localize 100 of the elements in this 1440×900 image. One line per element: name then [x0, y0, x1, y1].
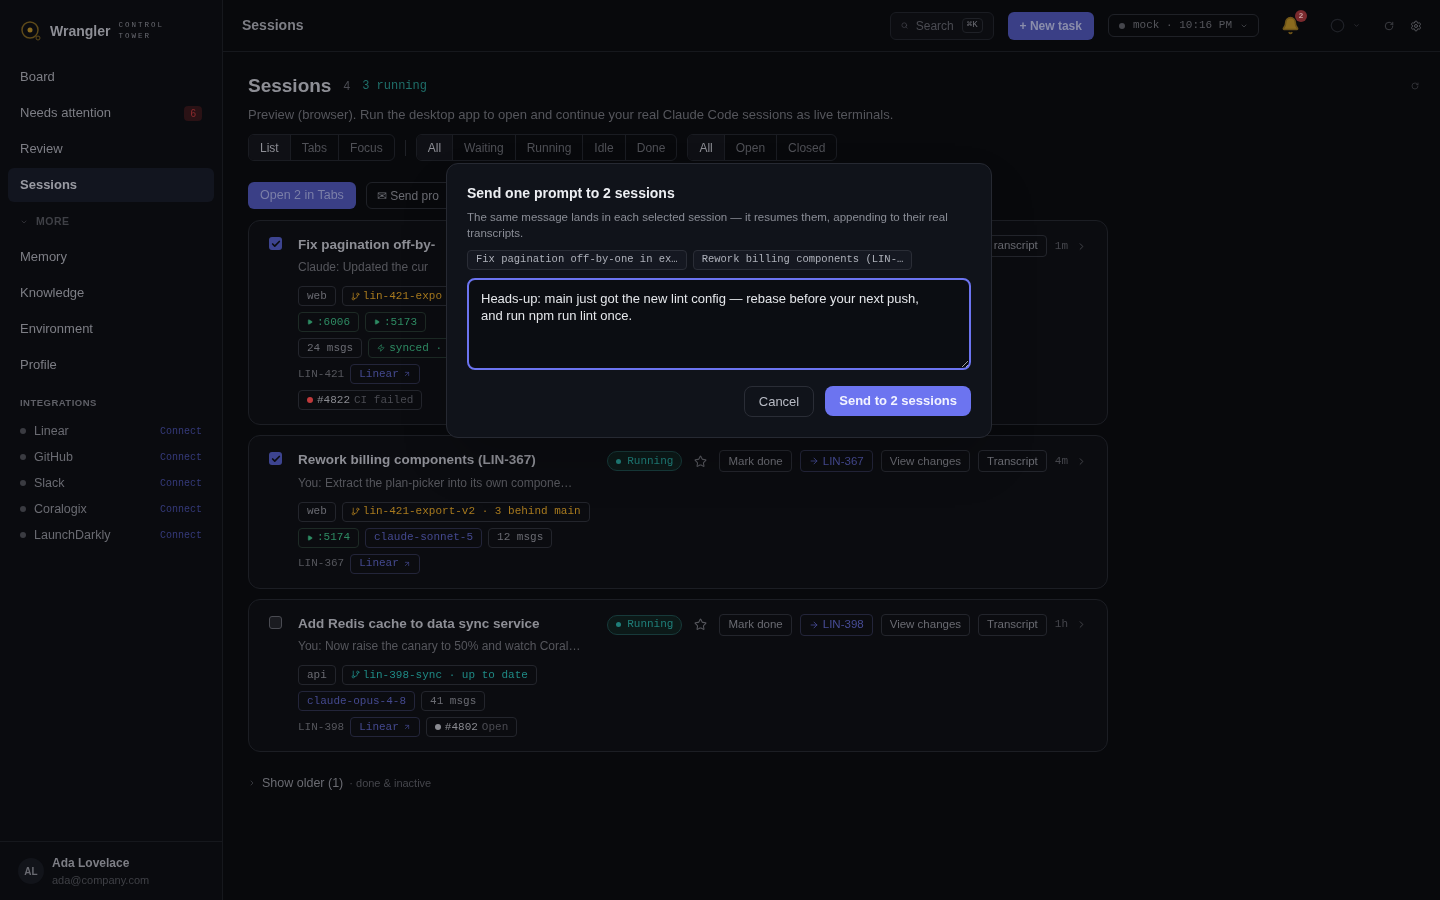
- session-age: 4m: [1054, 454, 1068, 469]
- linear-link[interactable]: Linear: [350, 553, 420, 574]
- environment-selector[interactable]: mock · 10:16 PM: [1107, 14, 1259, 37]
- connect-link[interactable]: Connect: [160, 423, 202, 439]
- filter-tab[interactable]: List: [249, 135, 290, 160]
- user-avatar[interactable]: AL: [18, 858, 44, 884]
- branch-tag: lin-421-export-v2 · 3 behind main: [341, 501, 590, 522]
- action-button[interactable]: View changes: [880, 450, 971, 473]
- session-age: 1h: [1054, 617, 1068, 633]
- send-button[interactable]: Send to 2 sessions: [825, 386, 971, 416]
- action-button[interactable]: Transcript: [978, 450, 1047, 473]
- external-link-icon: [402, 722, 411, 731]
- branch-icon: [350, 291, 360, 301]
- sidebar-item[interactable]: Sessions: [8, 168, 214, 202]
- count-badge: 6: [184, 105, 202, 121]
- checkbox[interactable]: [269, 237, 282, 250]
- session-summary: You: Now raise the canary to 50% and watch Coral…: [298, 637, 581, 655]
- action-button[interactable]: Transcript: [978, 613, 1047, 636]
- filter-tab[interactable]: Focus: [338, 135, 394, 160]
- refresh-icon[interactable]: [1384, 20, 1394, 31]
- session-title[interactable]: Add Redis cache to data sync service: [298, 613, 581, 634]
- brand-name: Wrangler: [50, 21, 111, 41]
- page-title: Sessions: [242, 16, 304, 35]
- integration-name: LaunchDarkly: [34, 526, 111, 544]
- status-circle-icon[interactable]: [1330, 18, 1345, 33]
- session-summary: You: Extract the plan-picker into its own compone…: [298, 474, 573, 492]
- filter-tab[interactable]: All: [688, 135, 724, 160]
- filter-tab[interactable]: All: [416, 135, 453, 160]
- port-tag[interactable]: :5174: [298, 527, 359, 548]
- pull-request-tag[interactable]: #4802 Open: [425, 716, 518, 737]
- filter-tab[interactable]: Done: [624, 135, 677, 160]
- arrow-right-icon: [808, 619, 819, 630]
- sidebar-item[interactable]: Review: [8, 132, 214, 166]
- action-button[interactable]: Mark done: [719, 450, 792, 473]
- filter-tab[interactable]: Tabs: [289, 135, 339, 160]
- linear-link[interactable]: Linear: [350, 716, 420, 737]
- caret-icon[interactable]: [1353, 22, 1360, 29]
- notification-badge: 2: [1295, 10, 1307, 22]
- connect-link[interactable]: Connect: [160, 475, 202, 491]
- issue-id: LIN-398: [298, 719, 345, 735]
- message-count: 41 msgs: [421, 690, 486, 711]
- refresh-icon[interactable]: [1411, 82, 1419, 91]
- filter-tab[interactable]: Closed: [776, 135, 837, 160]
- integration-name: Linear: [34, 422, 69, 440]
- issue-id: LIN-367: [298, 556, 345, 572]
- search-field[interactable]: Search ⌘K: [889, 11, 994, 40]
- open-tabs-button[interactable]: Open 2 in Tabs: [248, 182, 356, 209]
- play-icon: [374, 319, 380, 326]
- integration-name: Coralogix: [34, 500, 87, 518]
- notifications-icon[interactable]: [1281, 16, 1300, 35]
- session-chip: Fix pagination off-by-one in ex…: [467, 250, 687, 270]
- branch-icon: [350, 670, 360, 680]
- sidebar-item[interactable]: Needs attention 6: [8, 96, 214, 130]
- checkbox[interactable]: [269, 452, 282, 466]
- session-chip: Rework billing components (LIN-…: [692, 250, 913, 270]
- filter-tab[interactable]: Idle: [582, 135, 625, 160]
- cancel-button[interactable]: Cancel: [743, 386, 815, 417]
- sidebar-item[interactable]: Knowledge: [8, 276, 214, 310]
- user-name: Ada Lovelace: [52, 854, 131, 872]
- show-older-toggle[interactable]: Show older (1) · done & inactive: [248, 773, 1422, 793]
- connect-link[interactable]: Connect: [160, 501, 202, 517]
- lightning-icon: [377, 344, 386, 353]
- shortcut-key: ⌘K: [961, 17, 983, 34]
- checkbox[interactable]: [269, 615, 282, 629]
- star-icon[interactable]: [694, 618, 708, 631]
- port-tag[interactable]: :5173: [365, 312, 427, 333]
- issue-link-button[interactable]: LIN-367: [799, 450, 873, 473]
- section-title: Sessions: [248, 74, 332, 98]
- sidebar-item[interactable]: Memory: [8, 240, 214, 274]
- eye-logo-icon: [20, 20, 42, 42]
- connect-link[interactable]: Connect: [160, 527, 202, 543]
- dialog-title: Send one prompt to 2 sessions: [467, 184, 676, 203]
- arrow-right-icon: [808, 456, 819, 467]
- filter-tab[interactable]: Waiting: [452, 135, 515, 160]
- sidebar-item[interactable]: Profile: [8, 348, 214, 382]
- action-button[interactable]: View changes: [880, 613, 971, 636]
- action-button[interactable]: Mark done: [719, 613, 792, 636]
- sidebar-item[interactable]: Board: [8, 60, 214, 94]
- star-icon[interactable]: [694, 454, 708, 468]
- linear-link[interactable]: Linear: [350, 364, 420, 385]
- new-task-button[interactable]: + New task: [1007, 11, 1094, 40]
- connect-link[interactable]: Connect: [160, 449, 202, 465]
- port-tag[interactable]: :6006: [298, 312, 359, 333]
- session-title[interactable]: Fix pagination off-by-: [298, 235, 436, 256]
- model-tag: claude-sonnet-5: [365, 527, 483, 548]
- status-pill: Running: [607, 451, 683, 472]
- prompt-input[interactable]: Heads-up: main just got the new lint config — rebase before your next push, and run npm run lint once.: [467, 278, 971, 370]
- settings-icon[interactable]: [1410, 19, 1422, 32]
- repo-tag: web: [298, 501, 336, 522]
- integration-name: Slack: [34, 474, 65, 492]
- external-link-icon: [402, 370, 411, 379]
- sidebar-item[interactable]: Environment: [8, 312, 214, 346]
- section-heading: INTEGRATIONS: [19, 396, 98, 410]
- model-tag: claude-opus-4-8: [298, 690, 416, 711]
- issue-link-button[interactable]: LIN-398: [799, 613, 873, 636]
- filter-tab[interactable]: Running: [514, 135, 583, 160]
- pull-request-tag[interactable]: #4822 CI failed: [298, 390, 423, 411]
- session-title[interactable]: Rework billing components (LIN-367): [298, 450, 573, 471]
- session-summary: Claude: Updated the cur: [298, 259, 430, 277]
- filter-tab[interactable]: Open: [723, 135, 777, 160]
